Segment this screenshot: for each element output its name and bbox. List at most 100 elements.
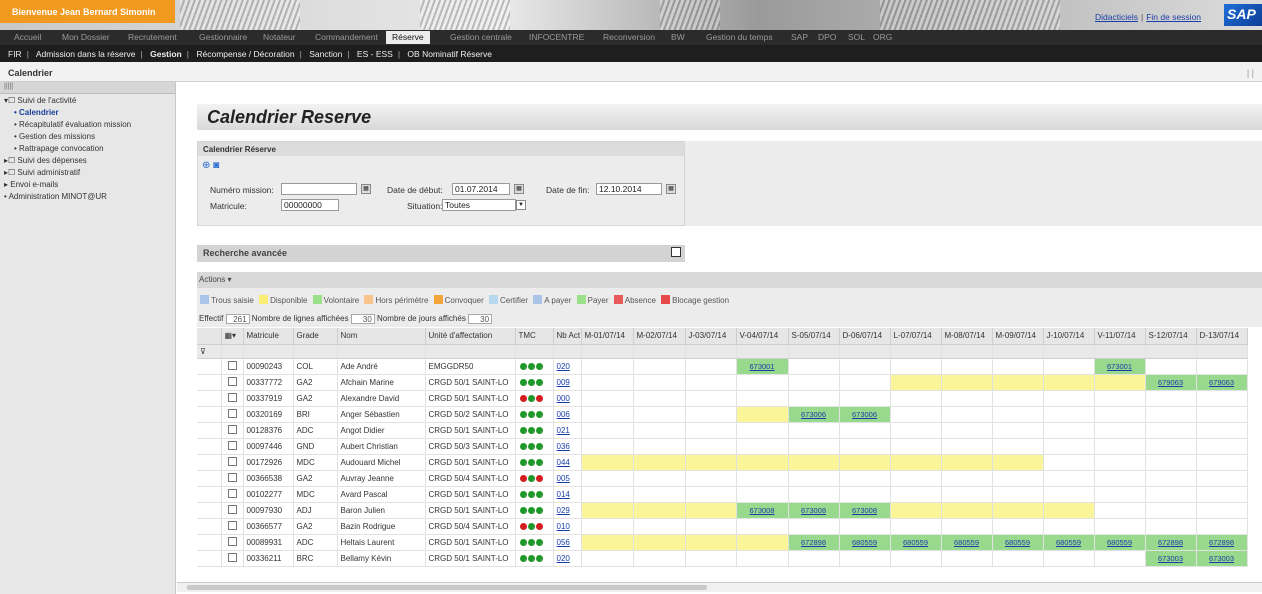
matricule-input[interactable] (281, 199, 339, 211)
column-header-select[interactable]: ▦▾ (221, 328, 244, 345)
submenu-item-es-ess[interactable]: ES - ESS (357, 49, 393, 59)
cell-nb-act-link[interactable]: 009 (553, 374, 582, 391)
submenu-item-ob-nominatif[interactable]: OB Nominatif Réserve (407, 49, 492, 59)
menu-item-reserve[interactable]: Réserve (386, 31, 430, 44)
day-cell[interactable]: 673001 (1094, 358, 1146, 375)
day-cell[interactable]: 680559 (890, 534, 942, 551)
sidebar-item-suivi-administratif[interactable]: ▸☐ Suivi administratif (0, 166, 175, 178)
day-cell[interactable]: 673008 (839, 502, 891, 519)
refresh-icon[interactable]: ◙ (213, 160, 219, 171)
day-cell[interactable]: 673008 (736, 502, 789, 519)
date-debut-input[interactable] (452, 183, 510, 195)
day-cell[interactable]: 680559 (992, 534, 1044, 551)
calendar-icon[interactable]: ▦ (666, 184, 676, 194)
menu-item-dpo[interactable]: DPO (818, 32, 836, 42)
date-fin-input[interactable] (596, 183, 662, 195)
submenu-item-sanction[interactable]: Sanction (309, 49, 342, 59)
chevron-down-icon[interactable]: ▼ (516, 200, 526, 210)
expand-icon[interactable] (671, 247, 681, 257)
day-cell[interactable]: 680559 (839, 534, 891, 551)
sidebar-item-suivi-activite[interactable]: ▾☐ Suivi de l'activité (0, 94, 175, 106)
table-row[interactable]: 00320169 BRI Anger Sébastien CRGD 50/2 SAIN… (197, 406, 1248, 423)
column-header-nb-act[interactable]: Nb Act (553, 328, 582, 345)
day-cell[interactable]: 673003 (1145, 550, 1197, 567)
cell-nb-act-link[interactable]: 005 (553, 470, 582, 487)
row-checkbox[interactable] (221, 358, 244, 375)
filter-cell[interactable] (243, 344, 294, 359)
day-cell[interactable]: 673006 (788, 406, 840, 423)
lignes-input[interactable]: 30 (350, 314, 375, 324)
submenu-item-recompense[interactable]: Récompense / Décoration (196, 49, 294, 59)
filter-cell[interactable] (293, 344, 338, 359)
menu-item-notateur[interactable]: Notateur (263, 32, 296, 42)
row-checkbox[interactable] (221, 438, 244, 455)
menu-item-gestionnaire[interactable]: Gestionnaire (199, 32, 247, 42)
menu-item-gestion-centrale[interactable]: Gestion centrale (450, 32, 512, 42)
column-header-matricule[interactable]: Matricule (243, 328, 294, 345)
row-checkbox[interactable] (221, 518, 244, 535)
cell-nb-act-link[interactable]: 020 (553, 358, 582, 375)
menu-item-recrutement[interactable]: Recrutement (128, 32, 177, 42)
day-cell[interactable]: 679063 (1145, 374, 1197, 391)
jours-input[interactable]: 30 (468, 314, 493, 324)
column-header-grade[interactable]: Grade (293, 328, 338, 345)
num-mission-input[interactable] (281, 183, 357, 195)
day-cell[interactable]: 673008 (788, 502, 840, 519)
sidebar-item-calendrier[interactable]: • Calendrier (0, 106, 175, 118)
menu-item-bw[interactable]: BW (671, 32, 685, 42)
table-row[interactable]: 00366577 GA2 Bazin Rodrigue CRGD 50/4 SAINT… (197, 518, 1248, 535)
menu-item-accueil[interactable]: Accueil (14, 32, 41, 42)
column-header-nom[interactable]: Nom (337, 328, 426, 345)
menu-item-mon-dossier[interactable]: Mon Dossier (62, 32, 110, 42)
table-row[interactable]: 00102277 MDC Avard Pascal CRGD 50/1 SAINT-L… (197, 486, 1248, 503)
didacticiels-link[interactable]: Didacticiels (1095, 12, 1138, 22)
cell-nb-act-link[interactable]: 029 (553, 502, 582, 519)
row-checkbox[interactable] (221, 374, 244, 391)
day-cell[interactable]: 673003 (1196, 550, 1248, 567)
column-header-tmc[interactable]: TMC (515, 328, 554, 345)
table-row[interactable]: 00097930 ADJ Baron Julien CRGD 50/1 SAINT-L… (197, 502, 1248, 519)
menu-item-infocentre[interactable]: INFOCENTRE (529, 32, 584, 42)
submenu-item-fir[interactable]: FIR (8, 49, 22, 59)
menu-item-gestion-du-temps[interactable]: Gestion du temps (706, 32, 773, 42)
day-cell[interactable]: 680559 (1043, 534, 1095, 551)
filter-cell[interactable] (337, 344, 426, 359)
cell-nb-act-link[interactable]: 036 (553, 438, 582, 455)
table-row[interactable]: 00097446 GND Aubert Christian CRGD 50/3 SAI… (197, 438, 1248, 455)
submenu-item-admission[interactable]: Admission dans la réserve (36, 49, 136, 59)
row-checkbox[interactable] (221, 534, 244, 551)
execute-icon[interactable]: ⊕ (202, 160, 210, 171)
table-row[interactable]: 00336211 BRC Bellamy Kévin CRGD 50/1 SAINT-… (197, 550, 1248, 567)
sidebar-item-recapitulatif[interactable]: • Récapitulatif évaluation mission (0, 118, 175, 130)
sidebar-item-gestion-missions[interactable]: • Gestion des missions (0, 130, 175, 142)
calendar-icon[interactable]: ▦ (514, 184, 524, 194)
cell-nb-act-link[interactable]: 056 (553, 534, 582, 551)
column-header-unite[interactable]: Unité d'affectation (425, 328, 516, 345)
row-checkbox[interactable] (221, 422, 244, 439)
cell-nb-act-link[interactable]: 021 (553, 422, 582, 439)
day-cell[interactable]: 672898 (1196, 534, 1248, 551)
filter-cell[interactable] (425, 344, 516, 359)
day-cell[interactable]: 673001 (736, 358, 789, 375)
advanced-search-tray[interactable]: Recherche avancée (197, 245, 685, 262)
row-checkbox[interactable] (221, 454, 244, 471)
table-row[interactable]: 00337919 GA2 Alexandre David CRGD 50/1 SAIN… (197, 390, 1248, 407)
cell-nb-act-link[interactable]: 020 (553, 550, 582, 567)
cell-nb-act-link[interactable]: 014 (553, 486, 582, 503)
cell-nb-act-link[interactable]: 044 (553, 454, 582, 471)
menu-item-reconversion[interactable]: Reconversion (603, 32, 655, 42)
day-cell[interactable]: 673006 (839, 406, 891, 423)
sidebar-item-rattrapage[interactable]: • Rattrapage convocation (0, 142, 175, 154)
title-bar-handle[interactable]: | | (1247, 68, 1254, 78)
sidebar-item-administration[interactable]: • Administration MINOT@UR (0, 190, 175, 202)
menu-item-sol[interactable]: SOL (848, 32, 865, 42)
row-checkbox[interactable] (221, 470, 244, 487)
cell-nb-act-link[interactable]: 010 (553, 518, 582, 535)
table-row[interactable]: 00337772 GA2 Afchain Marine CRGD 50/1 SAINT… (197, 374, 1248, 391)
filter-icon[interactable]: ⊽ (197, 344, 222, 359)
menu-item-sap[interactable]: SAP (791, 32, 808, 42)
row-checkbox[interactable] (221, 550, 244, 567)
table-row[interactable]: 00128376 ADC Angot Didier CRGD 50/1 SAINT-L… (197, 422, 1248, 439)
menu-item-commandement[interactable]: Commandement (315, 32, 378, 42)
cell-nb-act-link[interactable]: 000 (553, 390, 582, 407)
